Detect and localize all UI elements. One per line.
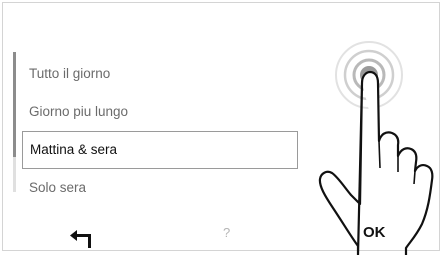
- scrollbar-thumb[interactable]: [13, 52, 16, 157]
- bottom-bar: ? OK: [3, 222, 439, 250]
- option-giorno-piu-lungo[interactable]: Giorno piu lungo: [22, 93, 298, 131]
- option-solo-sera[interactable]: Solo sera: [22, 169, 298, 207]
- scrollbar[interactable]: [13, 52, 16, 192]
- back-button[interactable]: [69, 226, 95, 248]
- option-list: Tutto il giorno Giorno piu lungo Mattina…: [22, 55, 298, 207]
- option-tutto-il-giorno[interactable]: Tutto il giorno: [22, 55, 298, 93]
- help-button[interactable]: ?: [223, 225, 230, 240]
- screen-frame: Tutto il giorno Giorno piu lungo Mattina…: [2, 2, 440, 251]
- option-mattina-sera[interactable]: Mattina & sera: [22, 131, 298, 169]
- ok-button[interactable]: OK: [363, 224, 386, 241]
- back-arrow-icon: [70, 230, 91, 248]
